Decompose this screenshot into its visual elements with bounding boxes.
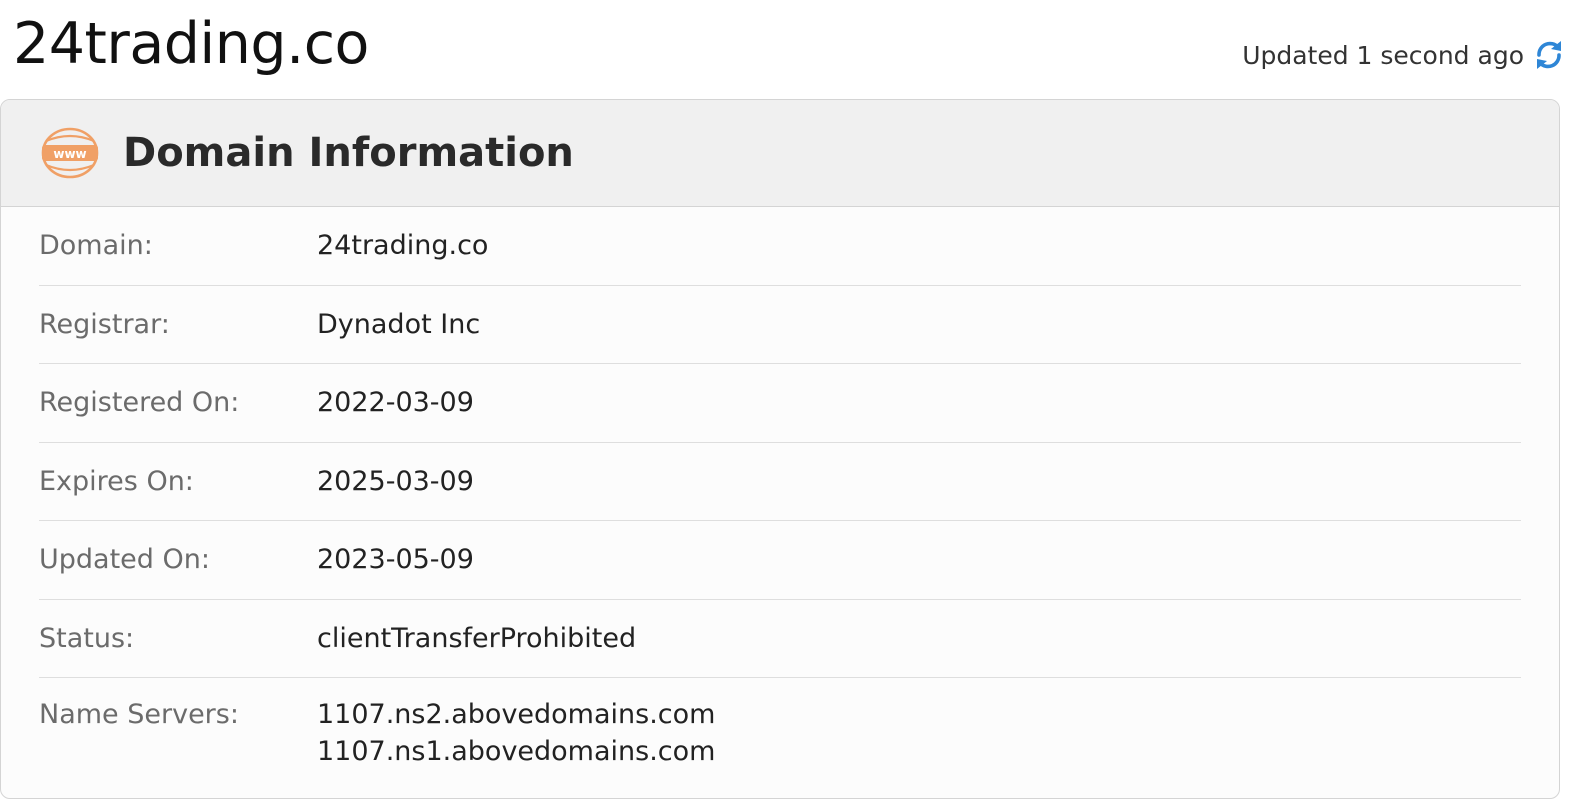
- row-status: Status: clientTransferProhibited: [39, 600, 1521, 678]
- row-value: Dynadot Inc: [317, 308, 481, 340]
- row-registered-on: Registered On: 2022-03-09: [39, 364, 1521, 443]
- row-registrar: Registrar: Dynadot Inc: [39, 286, 1521, 364]
- name-server-list: 1107.ns2.abovedomains.com 1107.ns1.above…: [317, 699, 715, 767]
- row-value: 24trading.co: [317, 230, 489, 262]
- www-icon: www: [41, 127, 99, 179]
- update-status: Updated 1 second ago: [1242, 38, 1564, 72]
- row-label: Updated On:: [39, 544, 210, 576]
- www-icon-text: www: [53, 147, 86, 161]
- row-label: Expires On:: [39, 465, 194, 497]
- updated-text: Updated 1 second ago: [1242, 40, 1524, 70]
- row-label: Registrar:: [39, 308, 170, 340]
- row-value: 2025-03-09: [317, 465, 474, 497]
- row-domain: Domain: 24trading.co: [39, 207, 1521, 286]
- row-updated-on: Updated On: 2023-05-09: [39, 521, 1521, 600]
- row-label: Domain:: [39, 230, 153, 262]
- page-title: 24trading.co: [13, 11, 369, 77]
- domain-info-card: www Domain Information Domain: 24trading…: [0, 99, 1560, 799]
- card-title: Domain Information: [123, 130, 574, 176]
- info-rows: Domain: 24trading.co Registrar: Dynadot …: [1, 207, 1559, 767]
- page: 24trading.co Updated 1 second ago www Do…: [0, 0, 1582, 808]
- row-label: Name Servers:: [39, 699, 239, 730]
- row-label: Registered On:: [39, 387, 240, 419]
- row-value: clientTransferProhibited: [317, 622, 637, 654]
- row-label: Status:: [39, 622, 135, 654]
- row-expires-on: Expires On: 2025-03-09: [39, 443, 1521, 521]
- name-server: 1107.ns1.abovedomains.com: [317, 736, 716, 767]
- row-value: 2022-03-09: [317, 387, 474, 419]
- row-name-servers: Name Servers: 1107.ns2.abovedomains.com …: [39, 678, 1521, 767]
- card-header: www Domain Information: [1, 100, 1559, 207]
- name-server: 1107.ns2.abovedomains.com: [317, 699, 716, 730]
- refresh-icon[interactable]: [1534, 38, 1564, 72]
- row-value: 2023-05-09: [317, 544, 474, 576]
